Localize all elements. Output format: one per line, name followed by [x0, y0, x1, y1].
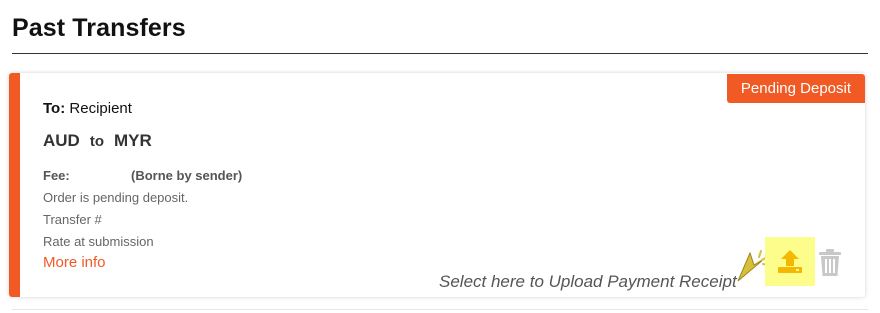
currency-to-word: to: [89, 133, 105, 150]
pending-deposit-message: Order is pending deposit.: [43, 190, 189, 205]
fee-row: Fee: (Borne by sender): [43, 168, 242, 183]
from-currency: AUD: [43, 131, 80, 150]
to-label: To:: [43, 100, 66, 117]
rate-at-submission-label: Rate at submission: [43, 234, 154, 249]
fee-label: Fee:: [43, 168, 70, 183]
fee-note: (Borne by sender): [131, 168, 243, 183]
upload-hint-text: Select here to Upload Payment Receipt: [439, 272, 737, 291]
fee-value: [67, 168, 131, 183]
transfer-number-label: Transfer #: [43, 212, 102, 227]
recipient-name: Recipient: [69, 100, 132, 117]
recipient-line: To: Recipient: [43, 100, 132, 117]
title-divider: [12, 53, 868, 54]
page-title: Past Transfers: [12, 14, 186, 42]
transfer-card: Pending Deposit To: Recipient AUD to MYR…: [9, 73, 865, 297]
card-accent-bar: [9, 73, 20, 297]
upload-icon: [778, 249, 802, 273]
list-divider: [12, 309, 868, 310]
trash-icon[interactable]: [817, 248, 843, 278]
more-info-link[interactable]: More info: [43, 254, 106, 271]
upload-receipt-button[interactable]: [765, 237, 815, 286]
status-badge: Pending Deposit: [726, 74, 865, 103]
currency-pair: AUD to MYR: [43, 131, 152, 151]
to-currency: MYR: [114, 131, 152, 150]
